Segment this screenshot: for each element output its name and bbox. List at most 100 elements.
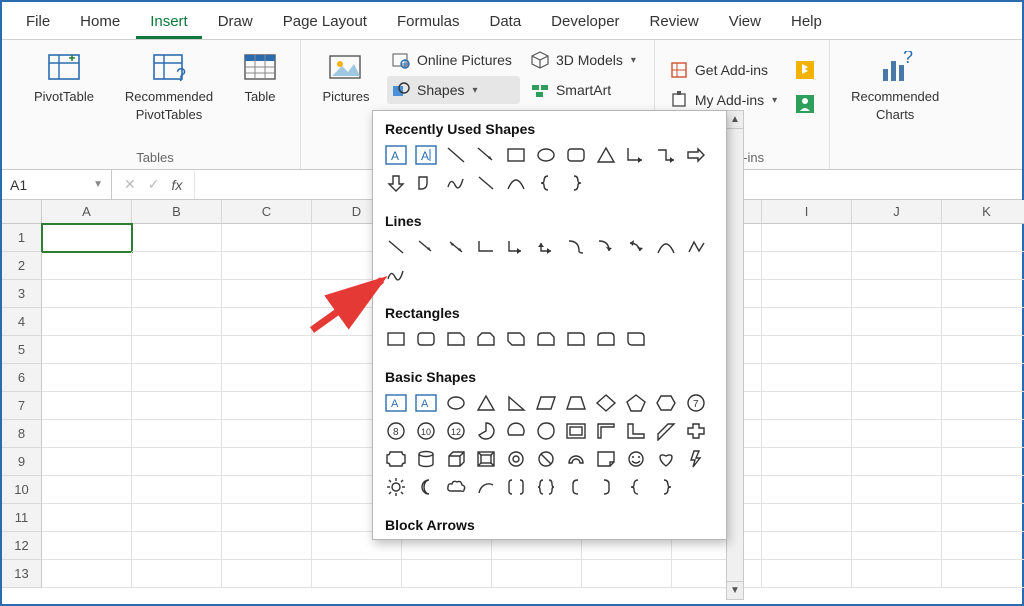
row-header[interactable]: 9 <box>2 448 42 476</box>
row-header[interactable]: 12 <box>2 532 42 560</box>
cell[interactable] <box>852 560 942 588</box>
shape-line[interactable] <box>443 143 469 167</box>
cell[interactable] <box>42 560 132 588</box>
shape-left-brace2[interactable] <box>623 475 649 499</box>
cell[interactable] <box>942 308 1024 336</box>
cell[interactable] <box>942 392 1024 420</box>
shape-no-symbol[interactable] <box>533 447 559 471</box>
shape-hexagon[interactable] <box>653 391 679 415</box>
shape-heptagon[interactable]: 7 <box>683 391 709 415</box>
cell[interactable] <box>42 364 132 392</box>
scroll-down-icon[interactable]: ▼ <box>727 581 743 599</box>
shape-right-triangle[interactable] <box>503 391 529 415</box>
row-header[interactable]: 3 <box>2 280 42 308</box>
shape-double-bracket[interactable] <box>503 475 529 499</box>
shape-double-brace[interactable] <box>533 475 559 499</box>
shape-half-frame[interactable] <box>593 419 619 443</box>
shape-frame[interactable] <box>563 419 589 443</box>
shape-round1-rect[interactable] <box>563 327 589 351</box>
shape-line-arrow[interactable] <box>473 143 499 167</box>
online-pictures-button[interactable]: Online Pictures <box>387 46 520 74</box>
shape-cube[interactable] <box>443 447 469 471</box>
shape-block-arc[interactable] <box>563 447 589 471</box>
cell[interactable] <box>42 532 132 560</box>
tab-formulas[interactable]: Formulas <box>383 5 474 39</box>
shape-diamond[interactable] <box>593 391 619 415</box>
cell[interactable] <box>132 392 222 420</box>
shape-l-shape2[interactable] <box>623 419 649 443</box>
cell[interactable] <box>132 364 222 392</box>
bing-maps-button[interactable] <box>791 56 819 84</box>
cell[interactable] <box>762 448 852 476</box>
cell[interactable] <box>942 532 1024 560</box>
cell[interactable] <box>42 252 132 280</box>
cell[interactable] <box>132 420 222 448</box>
shape-right-brace2[interactable] <box>653 475 679 499</box>
cell[interactable] <box>762 420 852 448</box>
cell[interactable] <box>762 392 852 420</box>
people-graph-button[interactable] <box>791 90 819 118</box>
shape-arrow-down[interactable] <box>383 171 409 195</box>
pictures-button[interactable]: Pictures <box>311 46 381 108</box>
shape-elbow-double-arrow[interactable] <box>533 235 559 259</box>
shape-arrow-right[interactable] <box>683 143 709 167</box>
cell[interactable] <box>852 364 942 392</box>
shape-arc[interactable] <box>473 475 499 499</box>
shape-left-brace[interactable] <box>533 171 559 195</box>
cell[interactable] <box>762 476 852 504</box>
shape-round2-rect[interactable] <box>593 327 619 351</box>
shape-folded-corner[interactable] <box>593 447 619 471</box>
cell[interactable] <box>132 532 222 560</box>
cell[interactable] <box>852 448 942 476</box>
cell[interactable] <box>132 308 222 336</box>
scroll-up-icon[interactable]: ▲ <box>727 111 743 129</box>
shape-line[interactable] <box>383 235 409 259</box>
cell[interactable] <box>222 252 312 280</box>
shape-rounded-rect[interactable] <box>413 327 439 351</box>
cell[interactable] <box>762 560 852 588</box>
cell[interactable] <box>132 224 222 252</box>
row-header[interactable]: 7 <box>2 392 42 420</box>
row-header[interactable]: 11 <box>2 504 42 532</box>
col-header[interactable]: I <box>762 200 852 224</box>
cell[interactable] <box>132 252 222 280</box>
shape-snip2diag-rect[interactable] <box>503 327 529 351</box>
cell[interactable] <box>222 336 312 364</box>
shape-vertical-text-box[interactable]: A <box>413 143 439 167</box>
fx-icon[interactable]: fx <box>171 177 182 193</box>
cell[interactable] <box>852 504 942 532</box>
shape-cross[interactable] <box>683 419 709 443</box>
tab-file[interactable]: File <box>12 5 64 39</box>
shape-donut[interactable] <box>503 447 529 471</box>
cell[interactable] <box>762 224 852 252</box>
shape-vtextbox[interactable]: A <box>413 391 439 415</box>
tab-insert[interactable]: Insert <box>136 5 202 39</box>
shape-oval[interactable] <box>533 143 559 167</box>
cell[interactable] <box>42 280 132 308</box>
cell[interactable] <box>132 336 222 364</box>
shapes-panel-scrollbar[interactable]: ▲ ▼ <box>726 110 744 600</box>
cell[interactable] <box>492 560 582 588</box>
shape-oval2[interactable] <box>443 391 469 415</box>
cell[interactable] <box>222 560 312 588</box>
smartart-button[interactable]: SmartArt <box>526 76 644 104</box>
shape-round2diag-rect[interactable] <box>623 327 649 351</box>
cell[interactable] <box>42 392 132 420</box>
shape-decagon[interactable]: 10 <box>413 419 439 443</box>
cell[interactable] <box>222 504 312 532</box>
shape-diag-strip[interactable] <box>653 419 679 443</box>
shape-curve[interactable] <box>503 171 529 195</box>
tab-review[interactable]: Review <box>636 5 713 39</box>
table-button[interactable]: Table <box>230 46 290 108</box>
shape-curve2[interactable] <box>653 235 679 259</box>
row-header[interactable]: 5 <box>2 336 42 364</box>
col-header[interactable]: B <box>132 200 222 224</box>
shape-triangle2[interactable] <box>473 391 499 415</box>
cell[interactable] <box>762 364 852 392</box>
shape-trapezoid[interactable] <box>563 391 589 415</box>
cell[interactable] <box>132 560 222 588</box>
col-header[interactable]: C <box>222 200 312 224</box>
shape-l-shape[interactable] <box>413 171 439 195</box>
cell[interactable] <box>582 560 672 588</box>
tab-view[interactable]: View <box>715 5 775 39</box>
